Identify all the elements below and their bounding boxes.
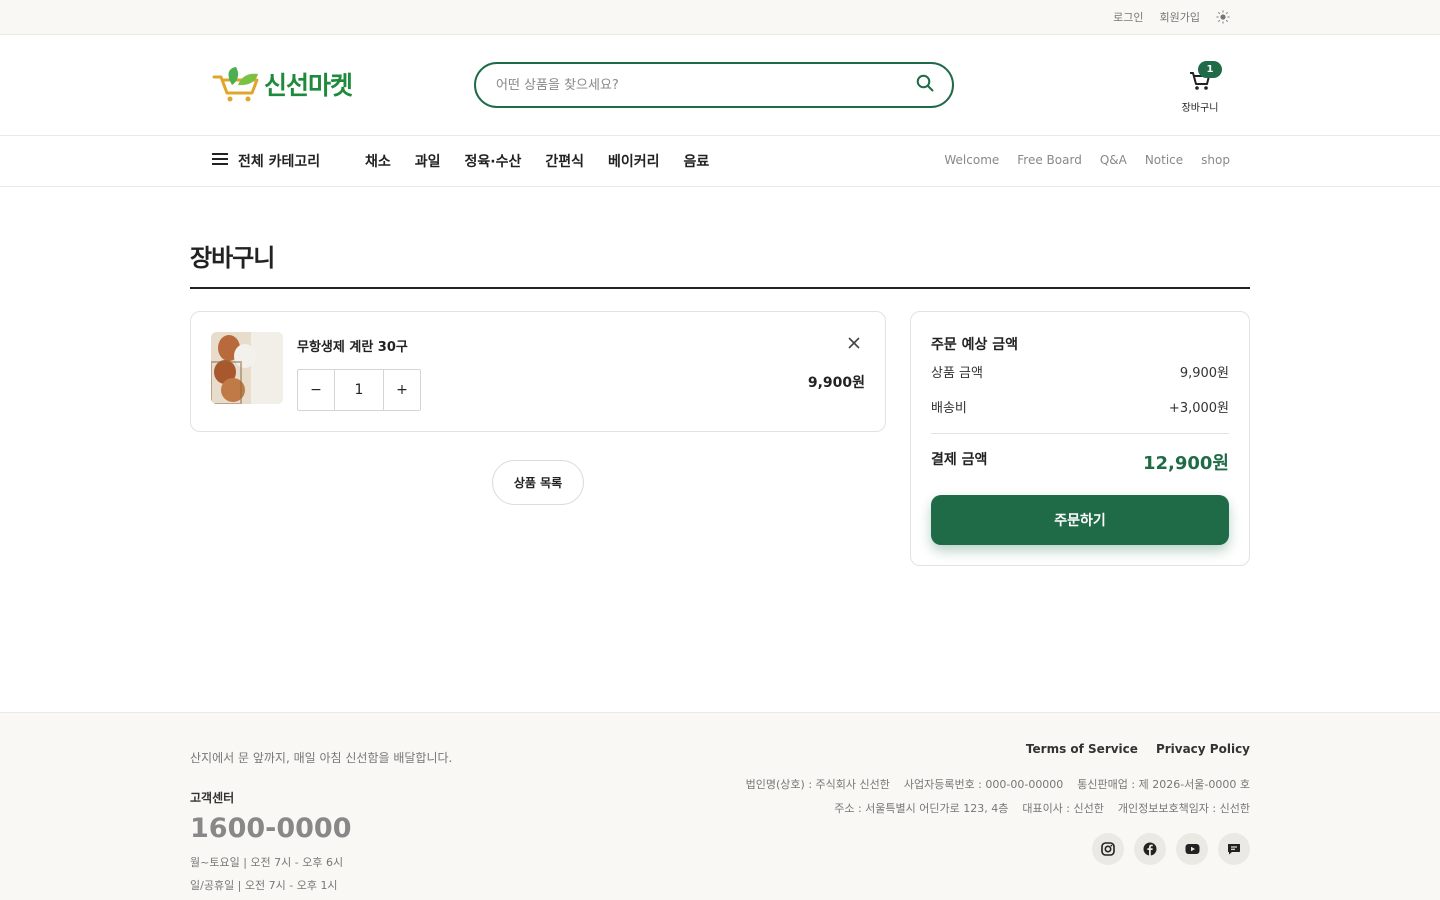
summary-title: 주문 예상 금액 — [931, 337, 1019, 353]
summary-product-row: 상품 금액 9,900원 — [931, 362, 1229, 381]
cart-count-badge: 1 — [1198, 61, 1222, 78]
top-utility-bar: 로그인 회원가입 — [0, 0, 1440, 35]
search-bar — [474, 62, 954, 108]
quantity-decrease-button[interactable]: − — [298, 370, 334, 410]
header-cart-button[interactable]: 1 장바구니 — [1178, 61, 1222, 114]
cart-item-price: 9,900원 — [807, 375, 865, 391]
search-icon[interactable] — [916, 74, 934, 96]
product-thumbnail[interactable] — [211, 332, 283, 404]
social-links — [1092, 833, 1250, 865]
nav-category-vegetables[interactable]: 채소 — [365, 151, 391, 171]
remove-item-button[interactable] — [845, 334, 863, 352]
chat-icon[interactable] — [1218, 833, 1250, 865]
product-amount-value: 9,900원 — [1179, 366, 1229, 381]
cart-label: 장바구니 — [1181, 103, 1219, 114]
close-icon — [848, 337, 860, 349]
all-categories-button[interactable]: 전체 카테고리 — [212, 151, 320, 171]
nav-link-shop[interactable]: shop — [1201, 153, 1230, 167]
product-amount-label: 상품 금액 — [931, 366, 983, 381]
login-link[interactable]: 로그인 — [1113, 9, 1143, 25]
terms-of-service-link[interactable]: Terms of Service — [1026, 742, 1138, 756]
quantity-value[interactable]: 1 — [334, 370, 384, 410]
total-amount-value: 12,900원 — [1142, 453, 1229, 474]
instagram-icon[interactable] — [1092, 833, 1124, 865]
logo[interactable]: 신선마켓 — [212, 65, 353, 103]
weekday-hours: 월~토요일 | 오전 7시 - 오후 6시 — [190, 856, 344, 869]
company-info-line1: 법인명(상호) : 주식회사 신선한 사업자등록번호 : 000-00-0000… — [745, 778, 1250, 791]
shipping-fee-label: 배송비 — [931, 401, 967, 416]
sun-icon[interactable] — [1216, 10, 1230, 24]
order-summary-card: 주문 예상 금액 상품 금액 9,900원 배송비 +3,000원 결제 금액 … — [910, 311, 1250, 566]
facebook-icon[interactable] — [1134, 833, 1166, 865]
cart-item-name[interactable]: 무항생제 계란 30구 — [297, 336, 408, 355]
logo-text: 신선마켓 — [264, 71, 353, 100]
customer-center-phone: 1600-0000 — [190, 813, 352, 844]
nav-category-bakery[interactable]: 베이커리 — [608, 151, 660, 171]
category-menu: 채소 과일 정육·수산 간편식 베이커리 음료 — [365, 151, 709, 171]
nav-link-notice[interactable]: Notice — [1145, 153, 1183, 167]
quantity-stepper: − 1 + — [297, 369, 421, 411]
nav-link-qna[interactable]: Q&A — [1100, 153, 1127, 167]
all-categories-label: 전체 카테고리 — [238, 154, 321, 170]
nav-category-fruits[interactable]: 과일 — [415, 151, 441, 171]
search-input[interactable] — [496, 77, 916, 93]
board-links: Welcome Free Board Q&A Notice shop — [944, 153, 1230, 167]
page-title: 장바구니 — [190, 244, 275, 272]
signup-link[interactable]: 회원가입 — [1160, 9, 1200, 25]
order-button[interactable]: 주문하기 — [931, 495, 1229, 545]
quantity-increase-button[interactable]: + — [384, 370, 420, 410]
shipping-fee-value: +3,000원 — [1168, 401, 1229, 416]
company-info-line2: 주소 : 서울특별시 어딘가로 123, 4층 대표이사 : 신선한 개인정보보… — [834, 802, 1250, 815]
total-amount-label: 결제 금액 — [931, 452, 988, 468]
product-list-button[interactable]: 상품 목록 — [492, 460, 584, 505]
site-header: 신선마켓 1 장바구니 — [0, 35, 1440, 136]
privacy-policy-link[interactable]: Privacy Policy — [1156, 742, 1250, 756]
main-nav: 전체 카테고리 채소 과일 정육·수산 간편식 베이커리 음료 Welcome … — [0, 136, 1440, 187]
holiday-hours: 일/공휴일 | 오전 7시 - 오후 1시 — [190, 879, 338, 892]
nav-category-ready-meals[interactable]: 간편식 — [545, 151, 584, 171]
youtube-icon[interactable] — [1176, 833, 1208, 865]
summary-shipping-row: 배송비 +3,000원 — [931, 397, 1229, 416]
summary-divider — [931, 433, 1229, 434]
footer-links: Terms of Service Privacy Policy — [1026, 742, 1250, 756]
footer-slogan: 산지에서 문 앞까지, 매일 아침 신선함을 배달합니다. — [190, 751, 453, 765]
hamburger-icon — [212, 153, 228, 169]
title-divider — [190, 287, 1250, 289]
customer-center-label: 고객센터 — [190, 791, 235, 805]
nav-link-welcome[interactable]: Welcome — [944, 153, 999, 167]
nav-category-meat-seafood[interactable]: 정육·수산 — [465, 151, 522, 171]
nav-category-beverages[interactable]: 음료 — [684, 151, 710, 171]
cart-item-card: 무항생제 계란 30구 − 1 + 9,900원 — [190, 311, 886, 432]
cart-leaf-logo-icon — [212, 67, 259, 102]
nav-link-free-board[interactable]: Free Board — [1017, 153, 1082, 167]
site-footer: 산지에서 문 앞까지, 매일 아침 신선함을 배달합니다. 고객센터 1600-… — [0, 712, 1440, 900]
